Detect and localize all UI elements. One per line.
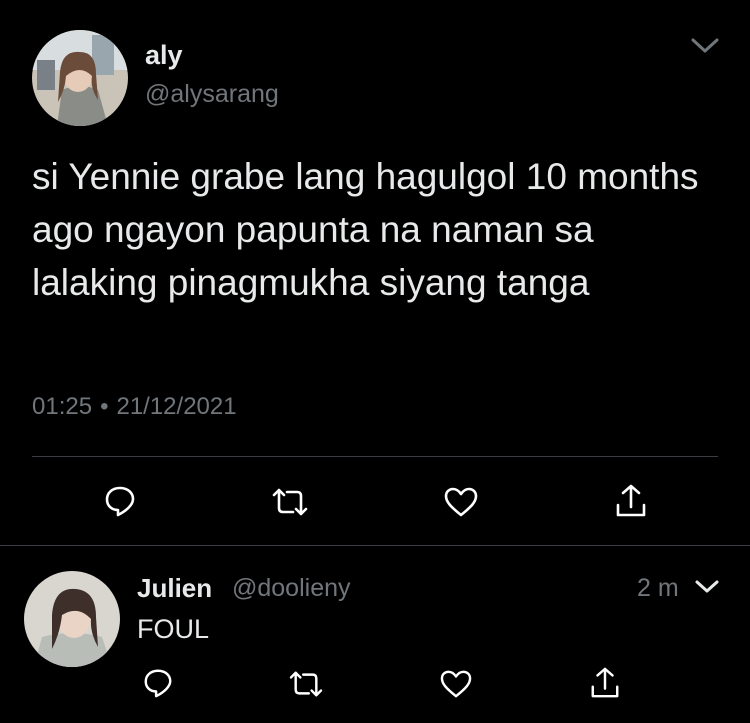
reply-text: FOUL <box>137 614 210 644</box>
retweet-icon[interactable] <box>289 669 323 704</box>
reply-icon[interactable] <box>103 484 137 523</box>
tweet-text: si Yennie grabe lang hagulgol 10 months … <box>32 156 699 303</box>
reply-author-name[interactable]: Julien <box>137 573 212 604</box>
reply-time: 2 m <box>637 574 679 602</box>
reply-avatar[interactable] <box>24 571 120 667</box>
share-icon[interactable] <box>614 483 648 524</box>
author-name[interactable]: aly <box>145 40 183 71</box>
chevron-down-icon[interactable] <box>694 578 720 601</box>
like-icon[interactable] <box>439 669 473 704</box>
reply-icon[interactable] <box>142 667 174 704</box>
tweet-time: 01:25 <box>32 393 93 420</box>
tweet-date: 21/12/2021 <box>116 393 237 420</box>
reply-tweet[interactable]: Julien @doolieny 2 m FOUL <box>0 546 750 723</box>
divider <box>32 456 718 457</box>
avatar[interactable] <box>32 30 128 126</box>
like-icon[interactable] <box>443 486 479 523</box>
reply-author-handle[interactable]: @doolieny <box>232 574 351 603</box>
meta-separator: • <box>100 393 109 420</box>
author-handle[interactable]: @alysarang <box>145 80 279 109</box>
tweet-timestamp[interactable]: 01:25 • 21/12/2021 <box>32 393 237 421</box>
chevron-down-icon[interactable] <box>690 36 720 61</box>
main-tweet: aly @alysarang si Yennie grabe lang hagu… <box>0 0 750 545</box>
share-icon[interactable] <box>589 666 621 705</box>
retweet-icon[interactable] <box>272 486 308 523</box>
